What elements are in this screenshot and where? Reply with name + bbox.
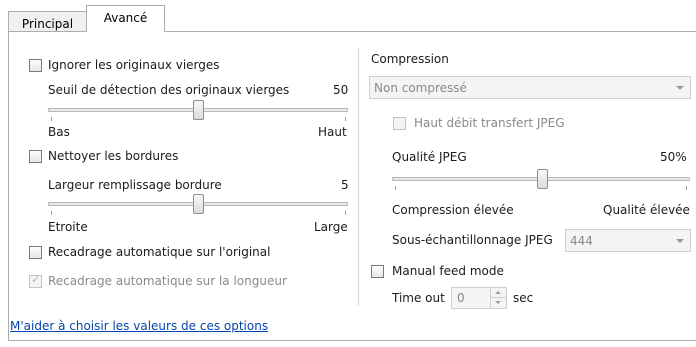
subsampling-label: Sous-échantillonnage JPEG [392,233,553,247]
jpeg-quality-max-label: Qualité élevée [603,203,690,217]
panel-content: Ignorer les originaux vierges Seuil de d… [0,0,696,347]
timeout-label: Time out [392,291,445,305]
chevron-down-icon [676,239,684,243]
clean-borders-checkbox[interactable] [29,150,42,163]
jpeg-high-throughput-label: Haut débit transfert JPEG [414,116,565,130]
border-fill-tick-max [345,211,346,215]
checkmark-icon: ✓ [31,273,41,286]
help-link[interactable]: M'aider à choisir les valeurs de ces opt… [10,319,268,333]
ignore-blank-checkbox[interactable] [29,59,42,72]
border-fill-max-label: Large [314,220,348,234]
compression-label: Compression [371,52,449,66]
blank-threshold-min-label: Bas [48,125,70,139]
timeout-value: 0 [457,291,465,305]
blank-threshold-max-label: Haut [318,125,347,139]
subsampling-select[interactable]: 444 [565,229,691,252]
timeout-spinner[interactable]: 0 [451,287,507,309]
jpeg-high-throughput-checkbox[interactable] [393,117,406,130]
column-divider [358,48,359,306]
blank-threshold-value: 50 [333,83,349,97]
compression-select-value: Non compressé [374,81,467,95]
timeout-unit: sec [513,291,534,305]
jpeg-quality-label: Qualité JPEG [392,150,467,164]
jpeg-quality-min-label: Compression élevée [392,203,514,217]
blank-threshold-label: Seuil de détection des originaux vierges [48,83,290,97]
compression-select[interactable]: Non compressé [369,76,691,99]
auto-crop-length-label: Recadrage automatique sur la longueur [48,274,287,288]
border-fill-tick-min [51,211,52,215]
ignore-blank-label: Ignorer les originaux vierges [48,58,220,72]
auto-crop-original-label: Recadrage automatique sur l'original [48,245,271,259]
spin-down-icon[interactable] [490,298,506,308]
auto-crop-original-checkbox[interactable] [29,246,42,259]
spin-up-icon[interactable] [490,288,506,298]
blank-threshold-thumb[interactable] [193,100,204,120]
subsampling-select-value: 444 [570,234,593,248]
auto-crop-length-checkbox[interactable]: ✓ [29,273,42,288]
border-fill-thumb[interactable] [193,194,204,214]
manual-feed-label: Manual feed mode [392,264,504,278]
jpeg-quality-tick-max [686,186,687,190]
clean-borders-label: Nettoyer les bordures [48,149,179,163]
jpeg-quality-value: 50% [660,150,687,164]
chevron-down-icon [676,86,684,90]
border-fill-min-label: Etroite [48,220,88,234]
border-fill-value: 5 [341,178,349,192]
jpeg-quality-tick-min [395,186,396,190]
border-fill-label: Largeur remplissage bordure [48,178,222,192]
blank-threshold-tick-min [51,117,52,121]
jpeg-quality-thumb[interactable] [537,169,548,189]
blank-threshold-tick-max [345,117,346,121]
manual-feed-checkbox[interactable] [371,265,384,278]
